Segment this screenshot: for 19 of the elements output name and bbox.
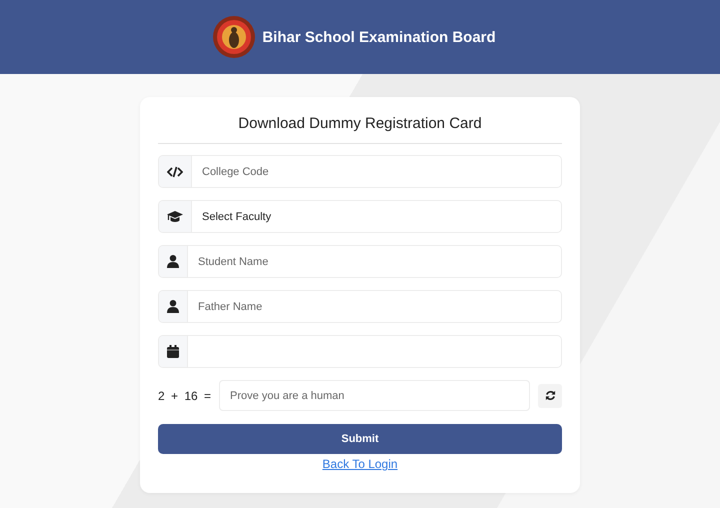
user-icon xyxy=(167,300,179,313)
text-field[interactable]: College Code xyxy=(158,155,562,188)
captcha-field[interactable]: Prove you are a human xyxy=(219,380,530,411)
date-field[interactable] xyxy=(158,335,562,368)
board-title: Bihar School Examination Board xyxy=(262,28,496,46)
user-icon xyxy=(167,255,179,268)
refresh-button[interactable] xyxy=(538,384,562,408)
back-to-login-link[interactable]: Back To Login xyxy=(322,457,398,471)
code-icon xyxy=(167,166,183,178)
captcha-question: 2 + 16 = xyxy=(158,388,212,402)
card-title: Download Dummy Registration Card xyxy=(158,115,562,144)
text-field[interactable]: Student Name xyxy=(158,245,562,278)
board-logo xyxy=(212,15,256,59)
calendar-icon xyxy=(167,345,179,358)
text-field[interactable]: Father Name xyxy=(158,290,562,323)
submit-button[interactable]: Submit xyxy=(158,424,562,454)
graduation-cap-icon xyxy=(167,210,183,222)
refresh-icon xyxy=(544,390,556,401)
faculty-select[interactable]: Select Faculty xyxy=(158,200,562,233)
